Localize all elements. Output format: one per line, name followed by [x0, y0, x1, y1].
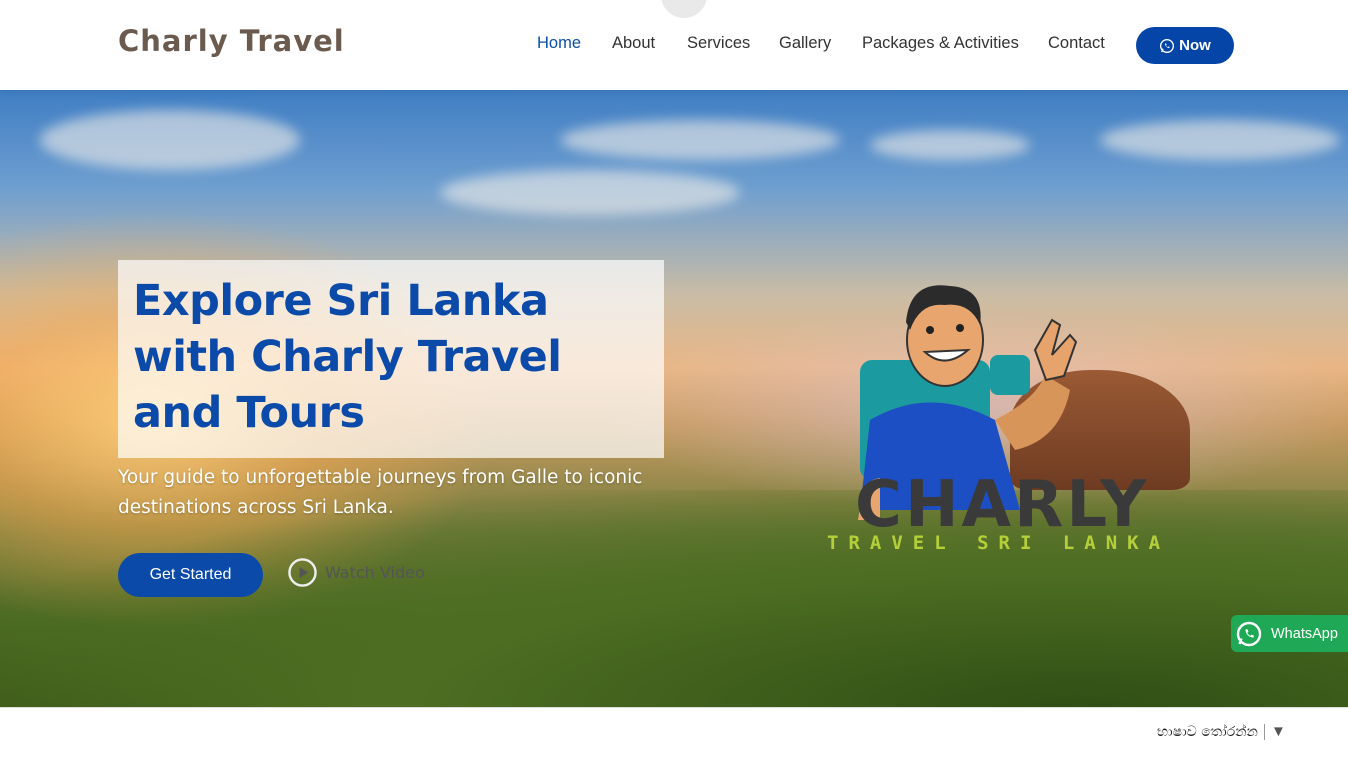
cloud — [560, 120, 840, 160]
cloud — [40, 110, 300, 170]
nav-home[interactable]: Home — [537, 34, 581, 53]
hero-section: Explore Sri Lanka with Charly Travel and… — [0, 90, 1348, 707]
brand-logo-tagline: TRAVEL SRI LANKA — [827, 532, 1171, 554]
cloud — [440, 170, 740, 215]
nav-about[interactable]: About — [612, 34, 655, 53]
hero-title: Explore Sri Lanka with Charly Travel and… — [133, 276, 562, 438]
brand-logo-name: CHARLY — [855, 468, 1150, 542]
site-header: Charly Travel Home About Services Galler… — [0, 0, 1348, 90]
play-circle-icon — [288, 558, 317, 587]
site-logo[interactable]: Charly Travel — [118, 24, 345, 58]
whatsapp-now-button[interactable]: Now — [1136, 27, 1234, 64]
whatsapp-icon — [1160, 38, 1175, 53]
hero-subtitle: Your guide to unforgettable journeys fro… — [118, 467, 643, 518]
cloud — [1100, 120, 1340, 160]
cloud — [870, 130, 1030, 160]
whatsapp-now-label: Now — [1179, 37, 1211, 54]
language-selector[interactable]: භාෂාව තෝරන්න ▼ — [1157, 723, 1286, 740]
whatsapp-float-button[interactable]: WhatsApp — [1231, 615, 1348, 652]
nav-packages-activities[interactable]: Packages & Activities — [862, 34, 1019, 53]
whatsapp-float-label: WhatsApp — [1271, 625, 1338, 642]
nav-gallery[interactable]: Gallery — [779, 34, 831, 53]
language-selector-label: භාෂාව තෝරන්න — [1157, 723, 1265, 740]
watch-video-button[interactable]: Watch Video — [288, 558, 425, 587]
dropdown-arrow-icon: ▼ — [1270, 723, 1286, 740]
top-decoration — [661, 0, 707, 18]
watch-video-label: Watch Video — [325, 563, 425, 582]
whatsapp-icon — [1236, 621, 1262, 646]
nav-services[interactable]: Services — [687, 34, 750, 53]
bottom-bar — [0, 707, 1348, 768]
nav-contact[interactable]: Contact — [1048, 34, 1105, 53]
get-started-button[interactable]: Get Started — [118, 553, 263, 597]
